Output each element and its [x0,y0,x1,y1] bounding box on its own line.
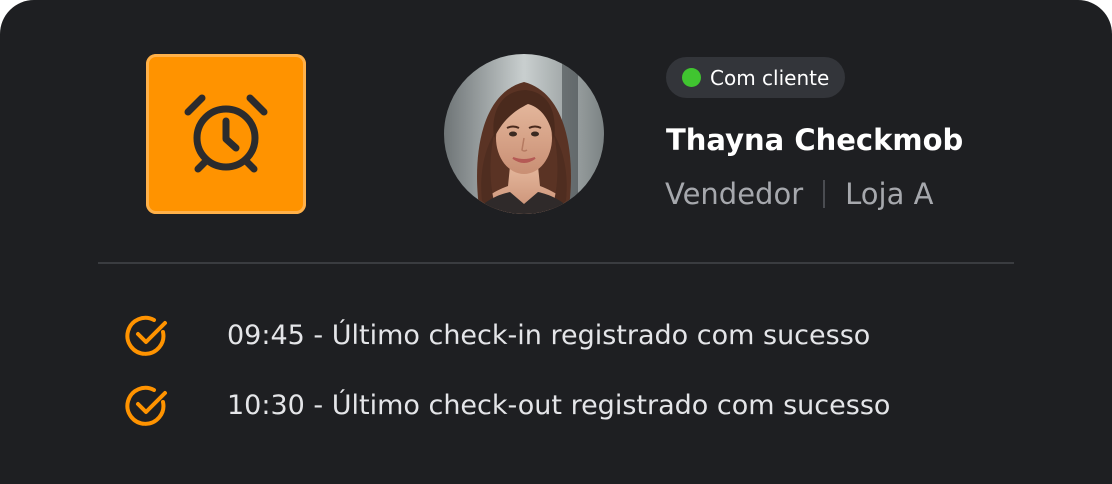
log-entry: 09:45 - Último check-in registrado com s… [124,313,870,359]
check-circle-icon [124,313,170,359]
log-entry-text: 09:45 - Último check-in registrado com s… [227,320,871,351]
avatar [444,54,604,214]
meta-divider [823,180,826,208]
user-name: Thayna Checkmob [666,123,964,157]
status-dot-icon [682,68,701,87]
checkin-status-card: Com cliente Thayna Checkmob Vendedor Loj… [0,0,1112,484]
user-role: Vendedor [665,177,804,211]
log-entry: 10:30 - Último check-out registrado com … [124,383,890,429]
divider [98,262,1014,264]
user-meta: Vendedor Loja A [665,174,933,214]
alarm-clock-icon [174,82,278,186]
status-label: Com cliente [710,65,830,90]
alarm-tile [146,54,306,214]
status-badge: Com cliente [666,57,846,98]
user-store: Loja A [845,177,934,211]
check-circle-icon [124,383,170,429]
log-entry-text: 10:30 - Último check-out registrado com … [227,390,891,421]
